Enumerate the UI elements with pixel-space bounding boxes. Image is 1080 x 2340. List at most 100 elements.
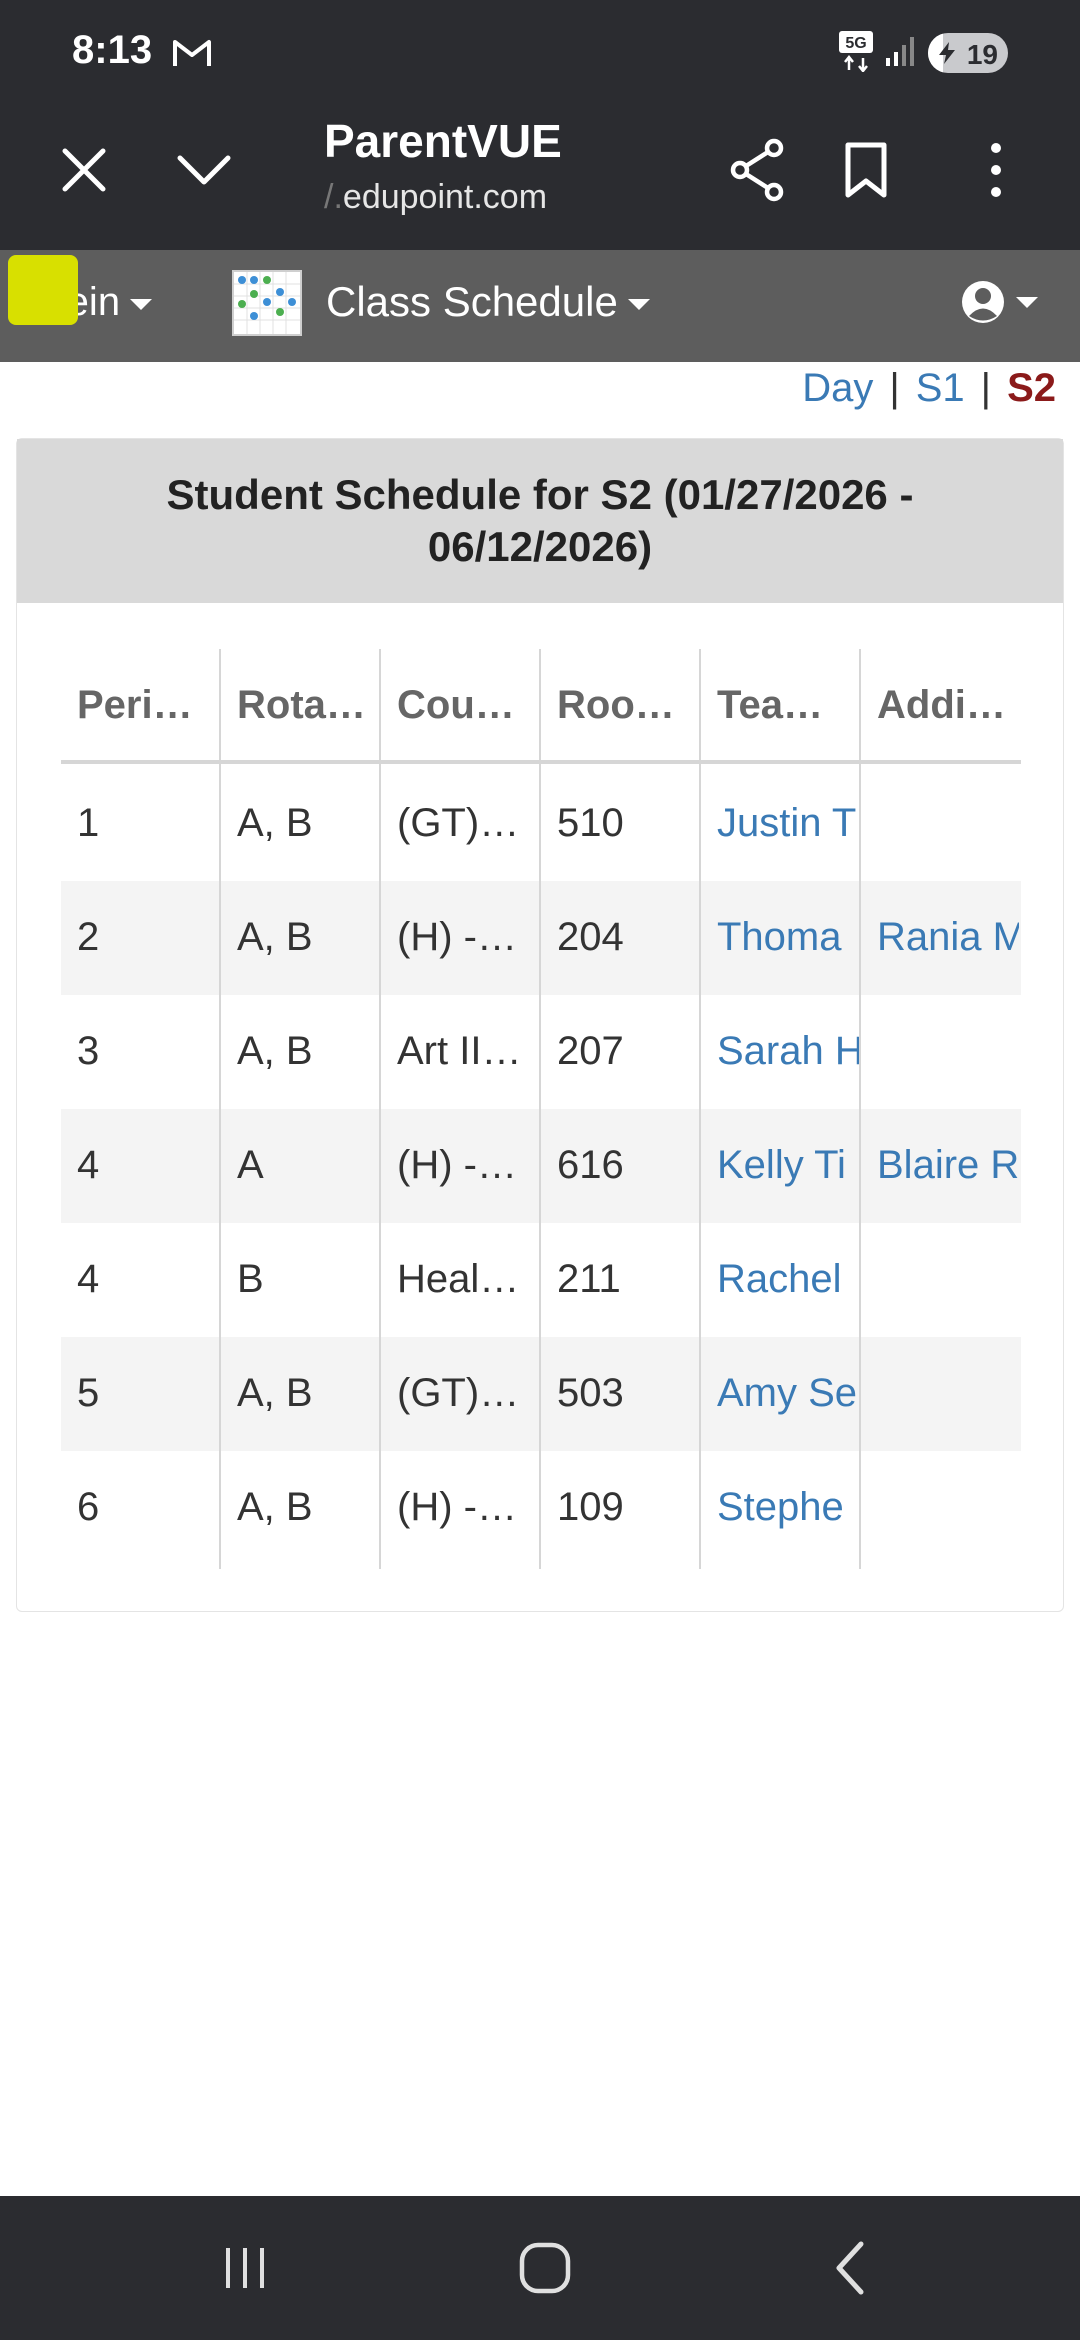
cell-rotation: B bbox=[237, 1257, 264, 1301]
back-button[interactable] bbox=[804, 2226, 894, 2310]
bookmark-icon bbox=[845, 142, 887, 198]
cell-period: 3 bbox=[77, 1029, 100, 1073]
cell-course: Art II… bbox=[397, 1029, 522, 1073]
cell-teacher[interactable]: Rachel bbox=[717, 1257, 859, 1302]
caret-down-icon bbox=[627, 299, 650, 311]
back-icon bbox=[836, 2241, 864, 2295]
chevron-down-icon bbox=[177, 155, 231, 185]
system-nav-bar bbox=[0, 2196, 1080, 2340]
period-s1-link[interactable]: S1 bbox=[916, 366, 965, 411]
cell-additional[interactable]: Blaire R bbox=[877, 1143, 1019, 1188]
caret-down-icon bbox=[1016, 296, 1038, 308]
cell-rotation: A, B bbox=[237, 1029, 313, 1073]
cell-course: Heal… bbox=[397, 1257, 520, 1301]
cell-room: 207 bbox=[557, 1029, 624, 1073]
column-divider bbox=[539, 649, 541, 1569]
browser-toolbar: ParentVUE /.edupoint.com bbox=[0, 104, 1080, 250]
module-selector[interactable]: Class Schedule bbox=[326, 278, 650, 326]
column-divider bbox=[379, 649, 381, 1569]
cell-period: 2 bbox=[77, 915, 100, 959]
more-options-button[interactable] bbox=[956, 130, 1036, 210]
page-title: ParentVUE bbox=[324, 115, 562, 167]
column-header-additional[interactable]: Addi… bbox=[877, 683, 1006, 728]
battery-level: 19 bbox=[966, 39, 998, 70]
cell-teacher[interactable]: Stephe bbox=[717, 1485, 859, 1530]
schedule-card-header: Student Schedule for S2 (01/27/2026 - 06… bbox=[17, 439, 1063, 603]
cell-course: (H) -… bbox=[397, 1143, 517, 1187]
column-header-rotation[interactable]: Rota… bbox=[237, 683, 366, 728]
period-separator: | bbox=[980, 366, 992, 410]
app-navbar: Sein Class Schedule bbox=[0, 250, 1080, 362]
column-header-teacher[interactable]: Tea… bbox=[717, 683, 823, 728]
cell-period: 6 bbox=[77, 1485, 100, 1529]
cell-room: 211 bbox=[557, 1257, 621, 1301]
cell-additional[interactable]: Rania M bbox=[877, 915, 1019, 960]
column-header-course[interactable]: Cou… bbox=[397, 683, 515, 728]
battery-indicator: 19 bbox=[928, 33, 1008, 73]
home-button[interactable] bbox=[500, 2226, 590, 2310]
column-divider bbox=[219, 649, 221, 1569]
column-divider bbox=[699, 649, 701, 1569]
caret-down-icon bbox=[130, 298, 153, 310]
bookmark-button[interactable] bbox=[826, 130, 906, 210]
cell-teacher[interactable]: Kelly Ti bbox=[717, 1143, 859, 1188]
period-day-link[interactable]: Day bbox=[802, 366, 873, 411]
close-button[interactable] bbox=[48, 134, 120, 206]
url-prefix: /. bbox=[324, 178, 343, 216]
schedule-app-icon bbox=[232, 270, 302, 336]
cell-teacher[interactable]: Thoma bbox=[717, 915, 859, 960]
cell-period: 5 bbox=[77, 1371, 100, 1415]
cell-rotation: A, B bbox=[237, 1371, 313, 1415]
more-vert-icon bbox=[991, 143, 1001, 197]
table-header-row: Peri… Rota… Cou… Roo… Tea… Addi… bbox=[61, 649, 1021, 764]
cell-room: 204 bbox=[557, 915, 624, 959]
cell-period: 4 bbox=[77, 1257, 100, 1301]
period-selector: Day | S1 | S2 bbox=[802, 366, 1056, 411]
table-row: 1 A, B (GT)… 510 Justin T bbox=[61, 767, 1021, 881]
schedule-title: Student Schedule for S2 (01/27/2026 - 06… bbox=[166, 471, 914, 570]
highlight-marker bbox=[8, 255, 78, 325]
column-divider bbox=[859, 649, 861, 1569]
period-s2-link[interactable]: S2 bbox=[1007, 366, 1056, 411]
period-separator: | bbox=[889, 366, 900, 410]
share-button[interactable] bbox=[718, 130, 798, 210]
cell-room: 503 bbox=[557, 1371, 624, 1415]
cell-rotation: A, B bbox=[237, 801, 313, 845]
close-icon bbox=[62, 148, 106, 192]
cell-period: 1 bbox=[77, 801, 100, 845]
cell-rotation: A bbox=[237, 1143, 264, 1187]
status-time: 8:13 bbox=[72, 28, 153, 72]
share-icon bbox=[730, 138, 784, 202]
table-row: 2 A, B (H) -… 204 Thoma Rania M bbox=[61, 881, 1021, 995]
collapse-button[interactable] bbox=[168, 134, 240, 206]
schedule-card: Student Schedule for S2 (01/27/2026 - 06… bbox=[16, 438, 1064, 1612]
url-domain: edupoint.com bbox=[342, 178, 548, 216]
charging-bolt-icon bbox=[939, 42, 955, 64]
cell-course: (H) -… bbox=[397, 915, 517, 959]
cell-teacher[interactable]: Justin T bbox=[717, 801, 859, 846]
gmail-icon bbox=[173, 40, 211, 66]
cell-course: (GT)… bbox=[397, 801, 520, 845]
cell-room: 616 bbox=[557, 1143, 624, 1187]
recent-apps-button[interactable] bbox=[200, 2226, 290, 2310]
status-bar: 8:13 5G 19 bbox=[0, 0, 1080, 104]
module-title: Class Schedule bbox=[326, 278, 618, 325]
cell-period: 4 bbox=[77, 1143, 100, 1187]
table-row: 4 B Heal… 211 Rachel bbox=[61, 1223, 1021, 1337]
account-menu-button[interactable] bbox=[960, 274, 1050, 330]
table-row: 3 A, B Art II… 207 Sarah H bbox=[61, 995, 1021, 1109]
recent-apps-icon bbox=[226, 2248, 264, 2288]
signal-icon bbox=[886, 37, 914, 66]
home-icon bbox=[519, 2242, 571, 2294]
cell-rotation: A, B bbox=[237, 915, 313, 959]
column-header-room[interactable]: Roo… bbox=[557, 683, 675, 728]
column-header-period[interactable]: Peri… bbox=[77, 683, 193, 728]
cell-course: (H) -… bbox=[397, 1485, 517, 1529]
cell-room: 510 bbox=[557, 801, 624, 845]
table-row: 5 A, B (GT)… 503 Amy Se bbox=[61, 1337, 1021, 1451]
cell-room: 109 bbox=[557, 1485, 624, 1529]
cell-course: (GT)… bbox=[397, 1371, 520, 1415]
schedule-table: Peri… Rota… Cou… Roo… Tea… Addi… 1 A, B (GT)… 510… bbox=[61, 649, 1021, 1569]
cell-teacher[interactable]: Sarah H bbox=[717, 1029, 859, 1074]
cell-teacher[interactable]: Amy Se bbox=[717, 1371, 859, 1416]
